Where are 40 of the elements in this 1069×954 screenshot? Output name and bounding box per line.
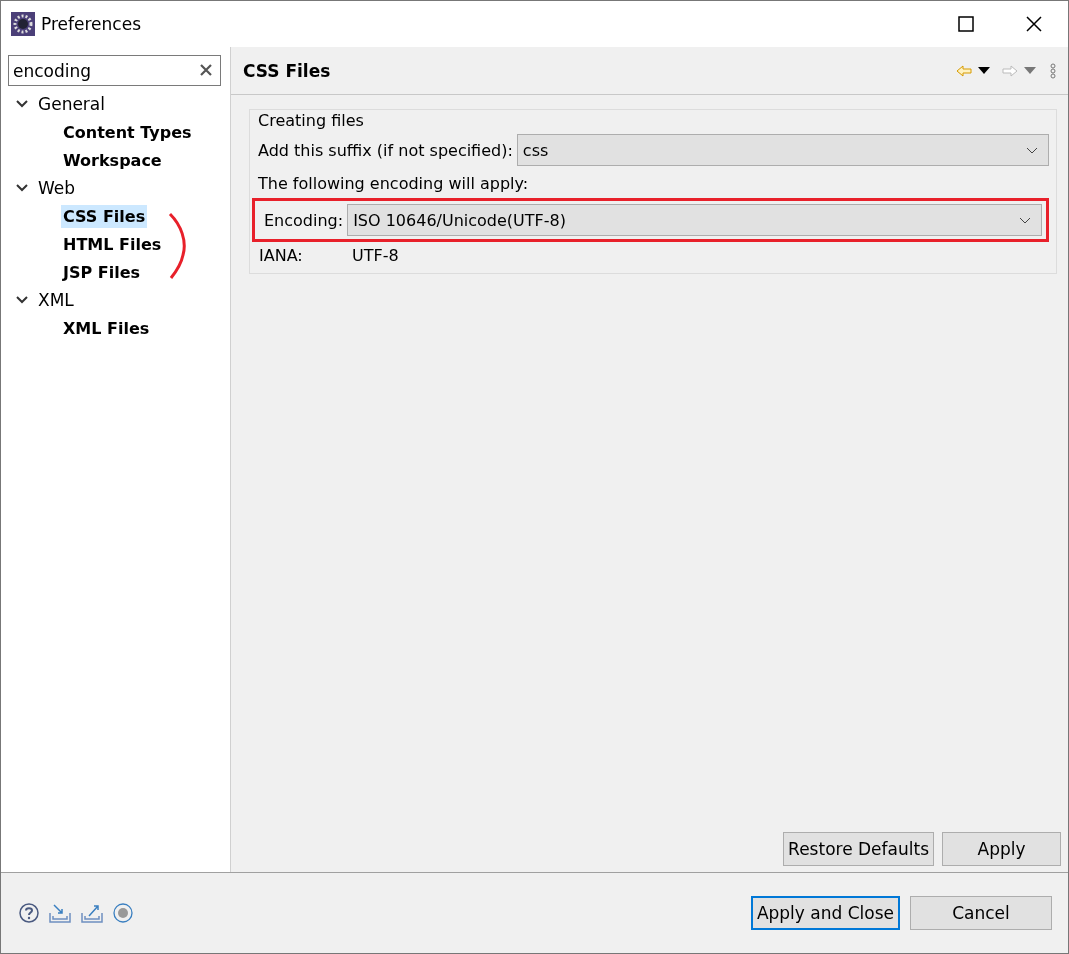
more-icon[interactable] [1050, 62, 1056, 79]
gear-icon [11, 12, 35, 36]
group-title: Creating files [258, 111, 365, 130]
encoding-dropdown[interactable]: ISO 10646/Unicode(UTF-8) [347, 204, 1042, 236]
suffix-dropdown[interactable]: css [516, 134, 1049, 166]
import-icon[interactable] [49, 903, 71, 923]
maximize-icon [958, 16, 974, 32]
tree-item[interactable]: Web [38, 178, 76, 198]
dialog-button[interactable]: Apply and Close [750, 896, 900, 930]
iana-label: IANA: [259, 246, 304, 265]
chevron-down-icon[interactable] [15, 183, 29, 193]
export-icon[interactable] [81, 903, 103, 923]
dropdown-icon[interactable] [978, 67, 990, 74]
search-field[interactable]: encoding [8, 55, 221, 86]
tree-item[interactable]: XML [38, 290, 74, 310]
iana-value: UTF-8 [352, 246, 399, 265]
bracket-mark [167, 211, 189, 281]
record-icon[interactable] [113, 903, 133, 923]
tree-item[interactable]: General [38, 94, 105, 114]
tree-item[interactable]: JSP Files [61, 260, 143, 284]
chevron-down-icon[interactable] [15, 99, 29, 109]
suffix-label: Add this suffix (if not specified): [258, 140, 513, 160]
dialog-button[interactable]: Cancel [910, 896, 1052, 930]
chevron-down-icon [1026, 146, 1038, 154]
page-button[interactable]: Apply [942, 832, 1061, 866]
page-title: CSS Files [243, 60, 332, 81]
encoding-note: The following encoding will apply: [258, 174, 530, 193]
page-button[interactable]: Restore Defaults [783, 832, 934, 866]
tree-item[interactable]: CSS Files [61, 204, 148, 228]
tree-item[interactable]: Content Types [61, 120, 194, 144]
help-icon[interactable] [19, 903, 39, 923]
close-icon [1026, 16, 1042, 32]
chevron-down-icon [1019, 216, 1031, 224]
window-title: Preferences [41, 14, 142, 34]
encoding-label: Encoding: [264, 210, 344, 230]
tree-item[interactable]: Workspace [61, 148, 164, 172]
clear-icon[interactable] [199, 63, 213, 77]
tree-item[interactable]: HTML Files [61, 232, 164, 256]
tree-item[interactable]: XML Files [61, 316, 152, 340]
chevron-down-icon[interactable] [15, 295, 29, 305]
